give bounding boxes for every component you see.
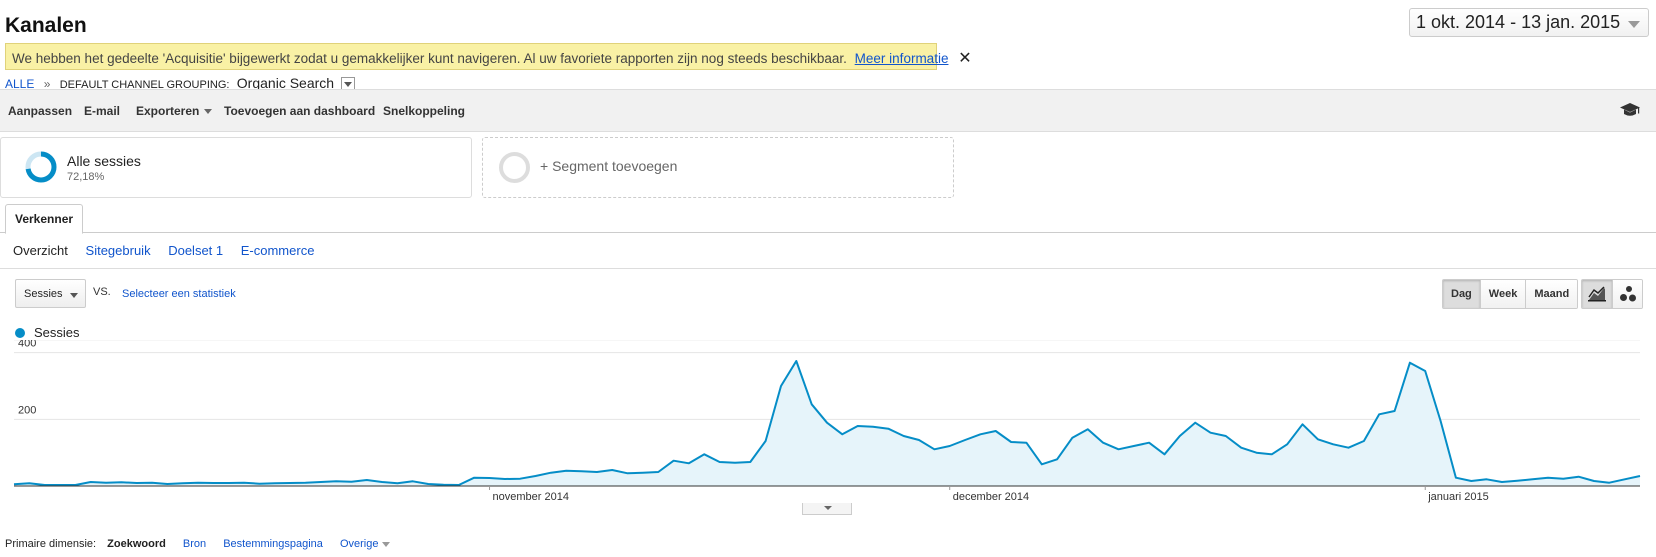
close-icon[interactable]: ✕ (958, 50, 971, 67)
chart-legend: Sessies (15, 325, 80, 340)
more-info-link[interactable]: Meer informatie (855, 51, 949, 66)
period-button-group: Dag Week Maand (1442, 279, 1579, 309)
chevron-down-icon (382, 541, 391, 547)
legend-dot (15, 327, 25, 338)
sessions-chart[interactable]: 200 400 november 2014 december 2014 januari … (0, 340, 1656, 505)
segment-donut-icon (25, 151, 57, 183)
customize-button[interactable]: Aanpassen (8, 104, 72, 118)
line-chart-button[interactable] (1582, 280, 1612, 308)
segment-card-all-sessions[interactable]: Alle sessies 72,18% (0, 137, 472, 198)
x-tick-label: januari 2015 (1427, 491, 1489, 503)
notice-banner: We hebben het gedeelte 'Acquisitie' bijg… (5, 43, 972, 70)
subtab-overview[interactable]: Overzicht (13, 243, 68, 258)
dimension-source[interactable]: Bron (183, 538, 206, 550)
period-day-button[interactable]: Dag (1443, 280, 1480, 308)
chart-view-button-group (1581, 279, 1643, 309)
graduation-cap-icon[interactable] (1620, 102, 1640, 123)
primary-dimension-bar: Primaire dimensie: Zoekwoord Bron Bestem… (5, 538, 404, 550)
motion-chart-button[interactable] (1612, 280, 1642, 308)
subtab-site-usage[interactable]: Sitegebruik (86, 243, 151, 258)
x-tick-label: november 2014 (493, 491, 569, 503)
add-to-dashboard-button[interactable]: Toevoegen aan dashboard (224, 104, 375, 118)
tab-explorer[interactable]: Verkenner (5, 204, 84, 234)
motion-chart-icon (1619, 286, 1636, 302)
dimension-keyword[interactable]: Zoekwoord (107, 538, 166, 550)
shortcut-button[interactable]: Snelkoppeling (383, 104, 465, 118)
metric-select[interactable]: Sessies (15, 279, 86, 308)
add-segment-button[interactable]: + Segment toevoegen (482, 137, 954, 198)
select-metric-link[interactable]: Selecteer een statistiek (122, 288, 236, 300)
notice-text: We hebben het gedeelte 'Acquisitie' bijg… (12, 51, 847, 66)
chevron-down-icon (1628, 21, 1640, 28)
date-range-picker[interactable]: 1 okt. 2014 - 13 jan. 2015 (1409, 8, 1649, 37)
vs-label: VS. (93, 286, 111, 298)
segment-percent: 72,18% (67, 171, 105, 183)
segment-placeholder-ring-icon (499, 152, 530, 183)
metric-select-label: Sessies (24, 288, 63, 300)
subtab-goal-set-1[interactable]: Doelset 1 (168, 243, 223, 258)
chevron-down-icon (70, 293, 78, 298)
page-title: Kanalen (5, 14, 87, 37)
dimension-other[interactable]: Overige (340, 538, 391, 550)
chevron-down-icon (204, 109, 213, 115)
dimension-landing-page[interactable]: Bestemmingspagina (223, 538, 323, 550)
segment-name: Alle sessies (67, 153, 141, 169)
report-toolbar: Aanpassen E-mail Exporteren Toevoegen aa… (0, 89, 1656, 132)
line-chart-icon (1588, 286, 1606, 302)
dimension-other-label: Overige (339, 538, 379, 550)
tab-divider (0, 232, 1656, 233)
x-tick-label: december 2014 (953, 491, 1029, 503)
subtabs: Overzicht Sitegebruik Doelset 1 E-commer… (13, 243, 328, 258)
y-tick-label: 400 (18, 340, 36, 350)
primary-dimension-label: Primaire dimensie: (5, 538, 97, 550)
chart-resize-handle[interactable] (802, 503, 852, 515)
period-week-button[interactable]: Week (1479, 280, 1526, 308)
period-month-button[interactable]: Maand (1525, 280, 1578, 308)
export-label: Exporteren (136, 104, 200, 118)
subtab-ecommerce[interactable]: E-commerce (241, 243, 315, 258)
y-tick-label: 200 (18, 404, 36, 416)
subtabs-divider (0, 268, 1656, 269)
email-button[interactable]: E-mail (84, 104, 120, 118)
date-range-label: 1 okt. 2014 - 13 jan. 2015 (1416, 12, 1621, 32)
add-segment-label: + Segment toevoegen (540, 158, 678, 174)
export-button[interactable]: Exporteren (136, 104, 213, 118)
legend-series-label: Sessies (34, 325, 80, 340)
